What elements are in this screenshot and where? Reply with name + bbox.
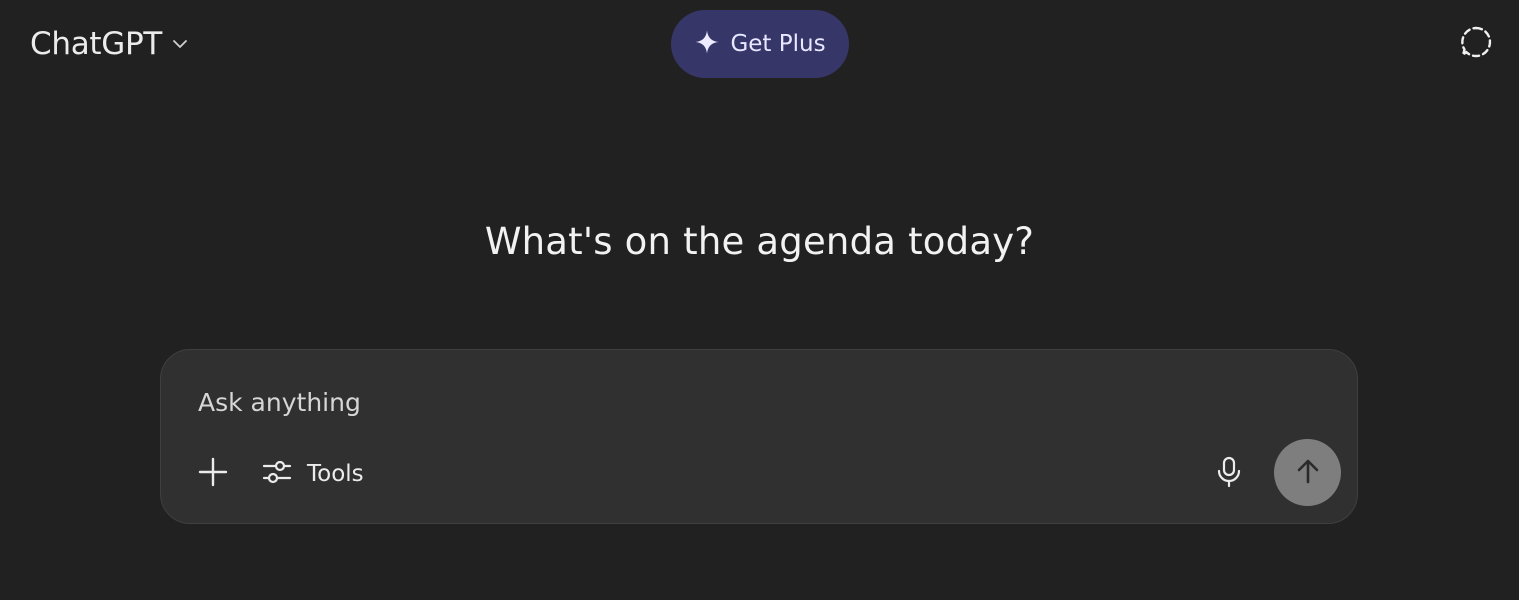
microphone-icon	[1214, 455, 1244, 493]
page-headline: What's on the agenda today?	[484, 220, 1035, 263]
chevron-down-icon	[170, 34, 190, 54]
app-window: ChatGPT Get Plus What's on the agenda to…	[0, 0, 1519, 600]
temporary-chat-button[interactable]	[1458, 26, 1494, 62]
prompt-input[interactable]	[198, 380, 1298, 424]
model-switcher[interactable]: ChatGPT	[22, 22, 198, 66]
model-name: ChatGPT	[30, 26, 162, 62]
plus-icon	[197, 456, 229, 492]
send-button[interactable]	[1274, 439, 1341, 506]
get-plus-button[interactable]: Get Plus	[671, 10, 849, 78]
sliders-icon	[261, 456, 293, 492]
voice-input-button[interactable]	[1209, 454, 1249, 494]
tools-button[interactable]: Tools	[261, 452, 364, 496]
composer: Tools	[160, 349, 1358, 524]
tools-label: Tools	[307, 461, 364, 487]
sparkle-icon	[694, 29, 720, 59]
attach-button[interactable]	[193, 454, 233, 494]
get-plus-label: Get Plus	[730, 31, 826, 57]
temporary-chat-icon	[1459, 25, 1493, 63]
arrow-up-icon	[1293, 456, 1323, 490]
